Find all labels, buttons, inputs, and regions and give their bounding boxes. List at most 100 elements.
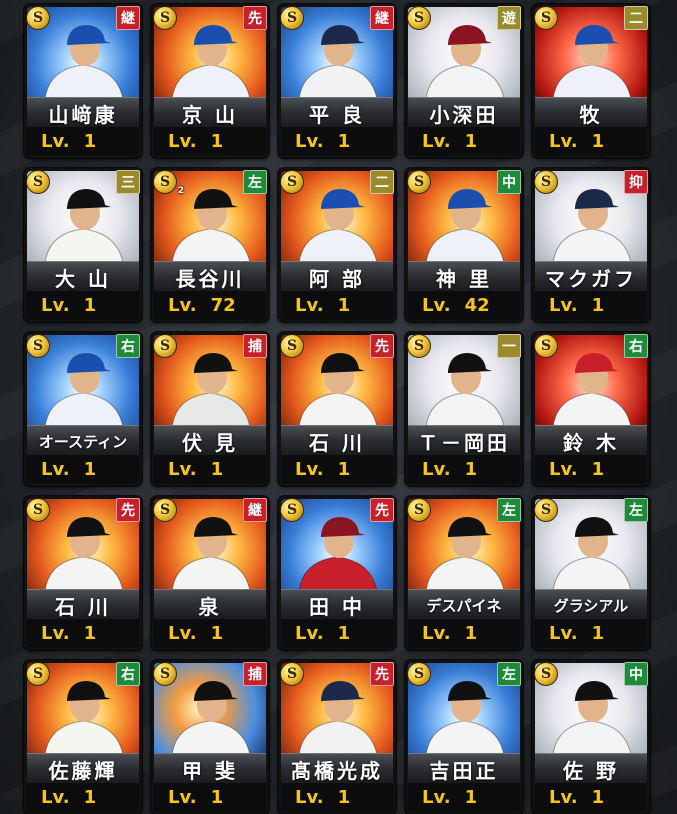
player-card[interactable]: S 右鈴 木 Lv. 1	[532, 332, 650, 486]
player-card[interactable]: S 先石 川 Lv. 1	[278, 332, 396, 486]
player-name: 京 山	[154, 97, 266, 128]
level-label: Lv.	[422, 130, 451, 152]
player-name: 吉田正	[408, 753, 520, 784]
player-card[interactable]: S 一 Ｔ－岡田 Lv. 1	[405, 332, 523, 486]
player-name: 佐藤輝	[27, 753, 139, 784]
position-badge: 継	[243, 498, 267, 522]
position-badge: 捕	[243, 334, 267, 358]
level-value: 1	[591, 130, 605, 152]
level-value: 1	[83, 294, 97, 316]
rank-s-badge-icon: S	[534, 334, 558, 358]
level-bar: Lv. 1	[154, 619, 266, 647]
rank-s-badge-icon: S	[153, 498, 177, 522]
player-name: Ｔ－岡田	[408, 425, 520, 456]
level-bar: Lv. 1	[281, 619, 393, 647]
player-name: 石 川	[281, 425, 393, 456]
level-label: Lv.	[168, 622, 197, 644]
level-bar: Lv. 1	[535, 291, 647, 319]
player-card[interactable]: S 中神 里 Lv. 42	[405, 168, 523, 322]
position-badge: 左	[624, 498, 648, 522]
player-card[interactable]: S 捕伏 見 Lv. 1	[151, 332, 269, 486]
level-bar: Lv. 1	[535, 127, 647, 155]
player-name: 鈴 木	[535, 425, 647, 456]
player-name: 伏 見	[154, 425, 266, 456]
player-card[interactable]: S 先田 中 Lv. 1	[278, 496, 396, 650]
player-card[interactable]: S 抑マクガフ Lv. 1	[532, 168, 650, 322]
player-card[interactable]: S 継平 良 Lv. 1	[278, 4, 396, 158]
level-value: 1	[337, 294, 351, 316]
level-bar: Lv. 1	[27, 127, 139, 155]
rank-s-badge-icon: S	[407, 662, 431, 686]
level-bar: Lv. 1	[281, 783, 393, 811]
player-name: 田 中	[281, 589, 393, 620]
position-badge: 先	[116, 498, 140, 522]
rank-s-badge-icon: S	[26, 662, 50, 686]
level-bar: Lv. 1	[408, 619, 520, 647]
level-label: Lv.	[295, 622, 324, 644]
player-name: 泉	[154, 589, 266, 620]
level-value: 72	[210, 294, 236, 316]
level-bar: Lv. 1	[535, 455, 647, 483]
player-card[interactable]: S 三大 山 Lv. 1	[24, 168, 142, 322]
player-card[interactable]: S 捕甲 斐 Lv. 1	[151, 660, 269, 814]
player-card[interactable]: S 左グラシアル Lv. 1	[532, 496, 650, 650]
player-name: 牧	[535, 97, 647, 128]
player-card[interactable]: S 右佐藤輝 Lv. 1	[24, 660, 142, 814]
level-bar: Lv. 1	[281, 455, 393, 483]
player-card[interactable]: S 右オースティン Lv. 1	[24, 332, 142, 486]
level-label: Lv.	[549, 622, 578, 644]
player-card[interactable]: S 継山﨑康 Lv. 1	[24, 4, 142, 158]
level-value: 1	[337, 458, 351, 480]
player-card[interactable]: S 継泉 Lv. 1	[151, 496, 269, 650]
position-badge: 一	[497, 334, 521, 358]
rank-s-badge-icon: S	[26, 6, 50, 30]
player-card[interactable]: S 先髙橋光成 Lv. 1	[278, 660, 396, 814]
player-card[interactable]: S 先京 山 Lv. 1	[151, 4, 269, 158]
level-label: Lv.	[549, 458, 578, 480]
position-badge: 右	[116, 334, 140, 358]
player-card[interactable]: S 左吉田正 Lv. 1	[405, 660, 523, 814]
level-value: 1	[83, 130, 97, 152]
rank-s-badge-icon: S	[153, 334, 177, 358]
position-badge: 二	[370, 170, 394, 194]
rank-s-badge-icon: S	[26, 334, 50, 358]
level-bar: Lv. 42	[408, 291, 520, 319]
player-card[interactable]: S 2 左長谷川 Lv. 72	[151, 168, 269, 322]
level-bar: Lv. 1	[154, 455, 266, 483]
player-card[interactable]: S 左デスパイネ Lv. 1	[405, 496, 523, 650]
rank-s-badge-icon: S	[280, 498, 304, 522]
level-value: 1	[591, 622, 605, 644]
position-badge: 抑	[624, 170, 648, 194]
player-card[interactable]: S 中佐 野 Lv. 1	[532, 660, 650, 814]
rank-s-badge-icon: S	[407, 498, 431, 522]
level-label: Lv.	[549, 294, 578, 316]
level-label: Lv.	[41, 622, 70, 644]
rank-sub-count: 2	[177, 186, 184, 196]
player-name: デスパイネ	[408, 589, 520, 620]
rank-s-badge-icon: S	[534, 662, 558, 686]
level-bar: Lv. 1	[27, 619, 139, 647]
player-name: 神 里	[408, 261, 520, 292]
player-card[interactable]: S 二阿 部 Lv. 1	[278, 168, 396, 322]
rank-s-badge-icon: S	[534, 6, 558, 30]
level-label: Lv.	[41, 130, 70, 152]
position-badge: 継	[116, 6, 140, 30]
level-bar: Lv. 1	[408, 783, 520, 811]
level-label: Lv.	[295, 786, 324, 808]
rank-s-badge-icon: S	[280, 662, 304, 686]
player-name: 小深田	[408, 97, 520, 128]
player-name: 平 良	[281, 97, 393, 128]
position-badge: 中	[497, 170, 521, 194]
level-label: Lv.	[422, 458, 451, 480]
player-card[interactable]: S 先石 川 Lv. 1	[24, 496, 142, 650]
level-value: 1	[210, 622, 224, 644]
level-value: 1	[83, 622, 97, 644]
player-name: マクガフ	[535, 261, 647, 292]
rank-s-badge-icon: S	[280, 170, 304, 194]
player-card[interactable]: S 二牧 Lv. 1	[532, 4, 650, 158]
level-bar: Lv. 1	[281, 291, 393, 319]
player-card[interactable]: S 遊小深田 Lv. 1	[405, 4, 523, 158]
level-value: 1	[337, 130, 351, 152]
level-label: Lv.	[295, 458, 324, 480]
level-bar: Lv. 1	[27, 291, 139, 319]
